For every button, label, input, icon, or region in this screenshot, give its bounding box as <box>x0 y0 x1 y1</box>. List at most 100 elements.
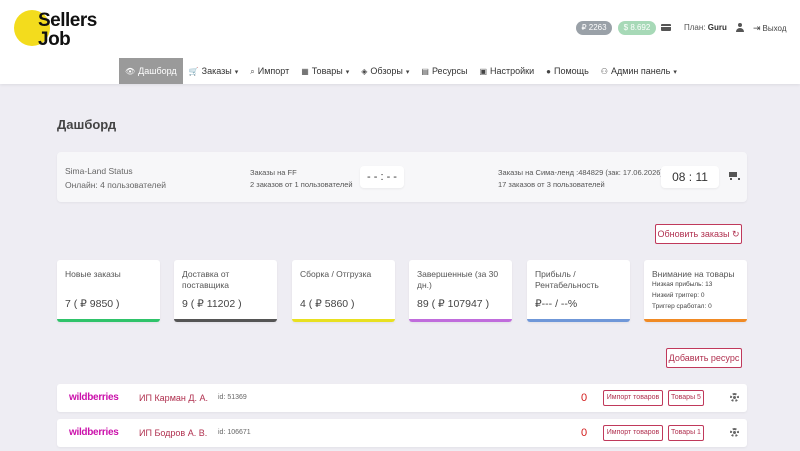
wildberries-logo: wildberries <box>69 427 119 438</box>
logout-link[interactable]: ⇥ Выход <box>753 23 786 34</box>
resource-name-link[interactable]: ИП Карман Д. А. <box>139 393 208 403</box>
sima-timer: 08 : 11 <box>661 166 719 188</box>
balance-rub-badge: ₽ 2263 <box>576 21 612 35</box>
plan-label: План: <box>684 23 706 32</box>
stat-low-profit: Низкая прибыль: 13 <box>652 281 713 288</box>
grid-icon: ▦ <box>301 67 309 76</box>
user-icon[interactable] <box>736 23 744 32</box>
chevron-down-icon: ▾ <box>673 69 677 76</box>
stat-value: 4 ( ₽ 5860 ) <box>300 298 355 310</box>
stat-label: Прибыль / Рентабельность <box>535 269 599 290</box>
main-nav: 👁 Дашборд 🛒 Заказы ▾ ⌕ Импорт ▦ Товары ▾ ◈ Обзо… <box>119 58 683 84</box>
tag-icon: ◈ <box>361 67 368 76</box>
import-products-button[interactable]: Импорт товаров <box>603 390 663 406</box>
gear-icon[interactable] <box>730 428 739 437</box>
resource-id: id: 51369 <box>218 394 247 401</box>
resource-count: 0 <box>581 392 588 404</box>
sima-orders-sub: 17 заказов от 3 пользователей <box>498 180 605 189</box>
logo[interactable]: Sellers Job <box>14 8 104 50</box>
stat-bar <box>292 319 395 322</box>
stat-new-orders[interactable]: Новые заказы 7 ( ₽ 9850 ) <box>57 260 160 322</box>
stat-label: Внимание на товары <box>652 269 735 279</box>
status-panel: Sima-Land Status Онлайн: 4 пользователей… <box>57 152 747 202</box>
help-icon: ● <box>546 67 551 76</box>
nav-import[interactable]: ⌕ Импорт <box>244 58 295 84</box>
stat-assembly-shipping[interactable]: Сборка / Отгрузка 4 ( ₽ 5860 ) <box>292 260 395 322</box>
stat-value: 89 ( ₽ 107947 ) <box>417 298 490 310</box>
chevron-down-icon: ▾ <box>405 69 410 76</box>
nav-label: Админ панель <box>610 66 671 76</box>
logo-line1: Sellers <box>38 10 97 31</box>
users-icon: ⚇ <box>600 67 608 76</box>
status-online: Онлайн: 4 пользователей <box>65 180 166 190</box>
top-header: Sellers Job ₽ 2263 $ 8.692 План: Guru ⇥ В… <box>0 0 800 84</box>
stat-completed[interactable]: Завершенные (за 30 дн.) 89 ( ₽ 107947 ) <box>409 260 512 322</box>
nav-orders[interactable]: 🛒 Заказы ▾ <box>183 58 245 84</box>
cart-icon: 🛒 <box>188 67 199 76</box>
stat-attention-products[interactable]: Внимание на товары Низкая прибыль: 13 Ни… <box>644 260 747 322</box>
nav-label: Дашборд <box>138 66 177 76</box>
refresh-icon: ↻ <box>732 229 740 239</box>
resource-id: id: 106671 <box>218 429 251 436</box>
stat-bar <box>57 319 160 322</box>
list-icon: ▤ <box>421 67 429 76</box>
nav-resources[interactable]: ▤ Ресурсы <box>415 58 473 84</box>
credit-card-icon[interactable] <box>661 24 671 31</box>
nav-label: Помощь <box>554 66 589 76</box>
nav-reviews[interactable]: ◈ Обзоры ▾ <box>355 58 415 84</box>
gear-icon[interactable] <box>730 393 739 402</box>
nav-admin[interactable]: ⚇ Админ панель ▾ <box>595 58 683 84</box>
nav-label: Товары <box>311 66 343 76</box>
stat-profit[interactable]: Прибыль / Рентабельность ₽--- / --% <box>527 260 630 322</box>
refresh-orders-button[interactable]: Обновить заказы ↻ <box>655 224 742 244</box>
import-products-button[interactable]: Импорт товаров <box>603 425 663 441</box>
sima-orders-title: Заказы на Сима-ленд :484829 (зак: 17.06.… <box>498 168 663 177</box>
resource-count: 0 <box>581 427 588 439</box>
refresh-orders-label: Обновить заказы <box>657 229 730 239</box>
nav-label: Ресурсы <box>431 66 468 76</box>
logout-icon: ⇥ <box>753 23 761 33</box>
ff-timer: - - : - - <box>360 166 404 188</box>
nav-dashboard[interactable]: 👁 Дашборд <box>119 58 183 84</box>
stat-bar <box>644 319 747 322</box>
ff-orders-title: Заказы на FF <box>250 168 297 177</box>
status-title: Sima-Land Status <box>65 166 133 176</box>
nav-help[interactable]: ● Помощь <box>540 58 595 84</box>
chevron-down-icon: ▾ <box>234 69 239 76</box>
stat-value: 9 ( ₽ 11202 ) <box>182 298 242 310</box>
stat-label: Сборка / Отгрузка <box>300 269 372 279</box>
plan-info: План: Guru <box>684 23 727 32</box>
cart-icon[interactable] <box>728 172 740 180</box>
stat-supplier-delivery[interactable]: Доставка от поставщика 9 ( ₽ 11202 ) <box>174 260 277 322</box>
ff-orders-sub: 2 заказов от 1 пользователей <box>250 180 353 189</box>
add-resource-button[interactable]: Добавить ресурс <box>666 348 742 368</box>
stat-bar <box>527 319 630 322</box>
stat-label: Доставка от поставщика <box>182 269 230 290</box>
eye-icon: 👁 <box>125 67 136 76</box>
plan-value: Guru <box>707 23 727 32</box>
stat-value: 7 ( ₽ 9850 ) <box>65 298 120 310</box>
search-icon: ⌕ <box>250 67 255 76</box>
logo-line2: Job <box>38 29 71 50</box>
chevron-down-icon: ▾ <box>345 69 350 76</box>
nav-label: Заказы <box>201 66 232 76</box>
stat-bar <box>174 319 277 322</box>
wildberries-logo: wildberries <box>69 392 119 403</box>
stat-value: ₽--- / --% <box>535 298 578 310</box>
stat-label: Завершенные (за 30 дн.) <box>417 269 499 290</box>
resource-row: wildberries ИП Карман Д. А. id: 51369 0 … <box>57 384 747 412</box>
resource-row: wildberries ИП Бодров А. В. id: 106671 0… <box>57 419 747 447</box>
products-button[interactable]: Товары 5 <box>668 390 704 406</box>
resource-name-link[interactable]: ИП Бодров А. В. <box>139 428 207 438</box>
nav-products[interactable]: ▦ Товары ▾ <box>295 58 355 84</box>
balance-usd-badge: $ 8.692 <box>618 21 656 35</box>
stat-trigger-fired: Триггер сработал: 0 <box>652 303 712 310</box>
nav-label: Настройки <box>490 66 535 76</box>
stat-low-trigger: Низкий триггер: 0 <box>652 292 705 299</box>
stat-bar <box>409 319 512 322</box>
nav-settings[interactable]: ▣ Настройки <box>473 58 540 84</box>
stat-label: Новые заказы <box>65 269 121 279</box>
page-title: Дашборд <box>57 117 117 132</box>
products-button[interactable]: Товары 1 <box>668 425 704 441</box>
nav-label: Обзоры <box>370 66 403 76</box>
